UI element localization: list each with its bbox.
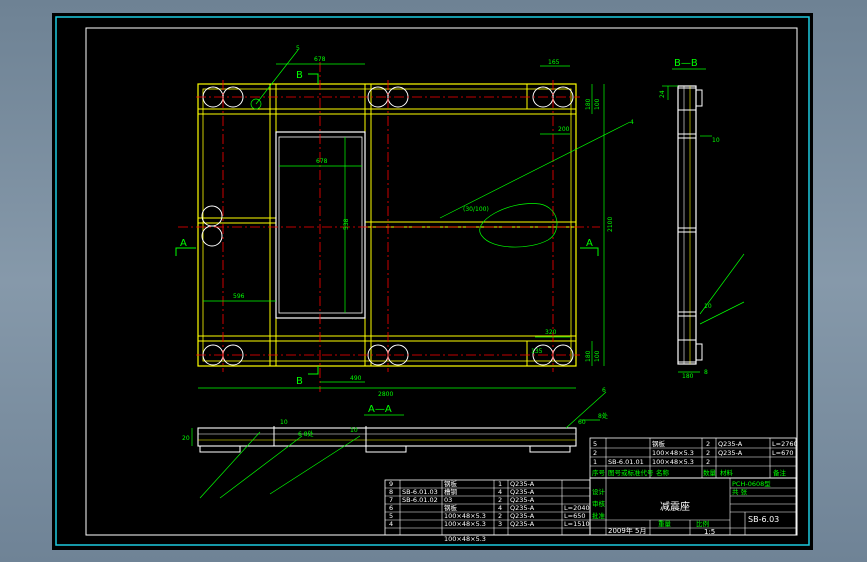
bom-lower-cell-material: Q235-A: [510, 488, 535, 496]
dim-right-top-b: 100: [594, 98, 601, 110]
bom-lower-cell-no: 7: [389, 496, 393, 504]
dim-right-top-a: 180: [585, 98, 592, 110]
bom-lower-cell-no: 9: [389, 480, 393, 488]
drawing-sheet: [52, 13, 813, 550]
bom-lower-cell-name: 钢板: [444, 503, 458, 512]
bom-lower-cell-name: 03: [444, 496, 452, 504]
section-label-b-bottom: B: [296, 376, 303, 387]
bom-upper-cell-name: 100×48×5.3: [652, 449, 694, 457]
aa-dim-right: 60: [578, 419, 586, 426]
bom-lower-cell-qty: 1: [498, 480, 502, 488]
bb-dim-bottom-b: 8: [704, 369, 708, 376]
title-drawing-no: SB-6.03: [748, 515, 779, 524]
aa-label-6: 6: [602, 387, 606, 394]
bom-lower-cell-material: Q235-A: [510, 520, 535, 528]
section-label-b-top: B: [296, 70, 303, 81]
aa-dim-left: 20: [182, 435, 190, 442]
bom-lower-cell-note: L=650: [564, 512, 585, 520]
bom-upper-cell-code: SB-6.01.01: [608, 458, 644, 466]
dim-right-total: 2100: [607, 217, 614, 232]
bom-upper-cell-material: Q235-A: [718, 440, 743, 448]
title-date: 2009年 5月: [608, 526, 647, 535]
section-bb-title: B—B: [674, 58, 698, 69]
bom-upper-h-code: 图号或标准代号: [608, 468, 654, 477]
bom-lower-cell-no: 8: [389, 488, 393, 496]
dim-bottom-right-d: 100: [594, 350, 601, 362]
bom-lower-cell-material: Q235-A: [510, 504, 535, 512]
dim-inner-height: 538: [343, 218, 350, 230]
bom-lower-cell-name: 槽钢: [444, 487, 458, 496]
dim-bottom-right-c: 180: [585, 350, 592, 362]
bom-lower-footer: 100×48×5.3: [444, 535, 486, 543]
aa-weld-note-b: 8处: [598, 412, 608, 420]
title-label-approve: 批准: [592, 511, 606, 520]
bom-lower-cell-name: 100×48×5.3: [444, 520, 486, 528]
bom-lower-cell-name: 100×48×5.3: [444, 512, 486, 520]
bom-upper-cell-name: 钢板: [652, 439, 666, 448]
bom-upper-cell-name: 100×48×5.3: [652, 458, 694, 466]
bom-lower-cell-code: SB-6.01.02: [402, 496, 438, 504]
bom-lower-cell-qty: 3: [498, 520, 502, 528]
bb-dim-right-a: 10: [712, 137, 720, 144]
title-label-scale: 比例: [696, 519, 709, 528]
bom-lower-cell-note: L=2040: [564, 504, 590, 512]
title-label-check: 审核: [592, 499, 606, 508]
dim-bottom-inner: 490: [350, 375, 362, 382]
bom-lower-cell-material: Q235-A: [510, 480, 535, 488]
title-drawing-name: 减震座: [660, 500, 690, 513]
cad-drawing-canvas: 678 165 200 678 596 490 2800 320 135 (30…: [52, 13, 813, 550]
bom-upper-h-mat: 材料: [720, 468, 734, 477]
bom-upper-cell-qty: 2: [706, 458, 710, 466]
bom-lower-cell-qty: 2: [498, 512, 502, 520]
aa-weld-note: 6 8处: [298, 430, 314, 438]
dim-bottom-right-b: 135: [531, 348, 543, 355]
bom-lower-cell-no: 6: [389, 504, 393, 512]
bom-upper-cell-note: L=670: [772, 449, 793, 457]
bom-lower-cell-material: Q235-A: [510, 496, 535, 504]
leader-label-4: 4: [630, 119, 634, 126]
dim-top-right: 165: [548, 59, 560, 66]
dim-inner-width: 678: [316, 158, 328, 165]
bb-dim-bottom-a: 180: [682, 373, 694, 380]
title-label-design: 设计: [592, 487, 606, 496]
bom-lower-cell-code: SB-6.01.03: [402, 488, 438, 496]
dim-bottom-total: 2800: [378, 391, 393, 398]
section-label-a-left: A: [180, 238, 187, 249]
bom-upper-cell-no: 5: [593, 440, 597, 448]
title-scale: 1:5: [704, 528, 715, 536]
bom-lower-cell-note: L=1510: [564, 520, 590, 528]
bom-upper-cell-note: L=2760: [772, 440, 798, 448]
bom-lower-cell-name: 钢板: [444, 479, 458, 488]
title-label-weight: 重量: [658, 520, 672, 528]
weld-note: (30/100): [463, 206, 489, 213]
bom-lower-cell-qty: 2: [498, 496, 502, 504]
dim-bottom-right-a: 320: [545, 329, 557, 336]
bom-upper-cell-material: Q235-A: [718, 449, 743, 457]
title-label-sheet: 共 张: [732, 487, 748, 496]
bom-upper-cell-qty: 2: [706, 440, 710, 448]
section-label-a-right: A: [586, 238, 593, 249]
bom-upper-h-name: 名称: [656, 468, 670, 477]
bom-upper-cell-qty: 2: [706, 449, 710, 457]
bom-lower-cell-material: Q235-A: [510, 512, 535, 520]
bom-upper-h-no: 序号: [592, 468, 606, 477]
dim-right-small: 200: [558, 126, 570, 133]
leader-label-5: 5: [296, 45, 300, 52]
bom-lower-cell-no: 5: [389, 512, 393, 520]
aa-dim-small-a: 10: [280, 419, 288, 426]
bom-lower-cell-no: 4: [389, 520, 393, 528]
aa-dim-small-b: 10: [350, 427, 358, 434]
bom-upper-h-qty: 数量: [703, 468, 717, 477]
bom-lower-cell-qty: 4: [498, 488, 502, 496]
title-company: PCH-0608型: [732, 479, 771, 488]
dim-top-left: 678: [314, 56, 326, 63]
section-aa-title: A—A: [368, 404, 392, 415]
bom-upper-cell-no: 2: [593, 449, 597, 457]
bom-upper-h-note: 备注: [773, 468, 787, 477]
dim-left-span: 596: [233, 293, 245, 300]
bb-dim-right-b: 10: [704, 303, 712, 310]
bb-dim-top: 24: [659, 90, 666, 98]
bom-lower-cell-qty: 4: [498, 504, 502, 512]
bom-upper-cell-no: 1: [593, 458, 597, 466]
